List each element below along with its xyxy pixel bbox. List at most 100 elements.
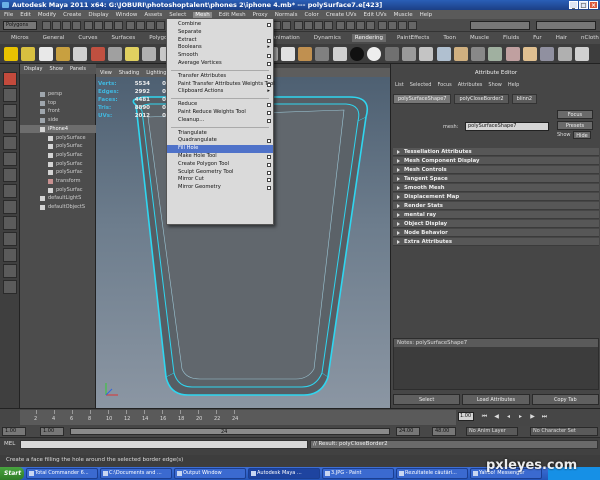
ae-section[interactable]: mental ray [393,211,599,219]
ae-select-button[interactable]: Select [393,394,461,405]
status-tool-icon[interactable] [104,21,113,30]
toolbox-tool-icon[interactable] [3,88,17,102]
expand-arrow-icon[interactable] [397,240,400,244]
playback-control-icon[interactable]: ◂ [504,412,513,421]
ae-tab[interactable]: polySurfaceShape7 [393,94,452,104]
ae-load-attributes-button[interactable]: Load Attributes [462,394,530,405]
menu-item-make-hole-tool[interactable]: Make Hole Tool [167,153,273,161]
option-box-icon[interactable] [267,170,271,175]
taskbar-item[interactable]: Rezultatele căutări... [396,468,468,479]
status-tool-icon[interactable] [388,21,397,30]
mel-label[interactable]: MEL [4,441,15,447]
option-box-icon[interactable] [267,111,271,115]
outliner-item[interactable]: persp [20,90,96,99]
menu-proxy[interactable]: Proxy [253,12,268,18]
status-tool-icon[interactable] [336,21,345,30]
status-tool-icon[interactable] [84,21,93,30]
ae-section[interactable]: Node Behavior [393,229,599,237]
ae-section[interactable]: Smooth Mesh [393,184,599,192]
shelf-tool-icon[interactable] [471,47,486,61]
status-tool-icon[interactable] [366,21,375,30]
shelf-tool-icon[interactable] [367,47,382,61]
menu-item-mirror-cut[interactable]: Mirror Cut [167,176,273,184]
outliner-item[interactable]: polySurfac [20,142,96,151]
shelf-tool-icon[interactable] [419,47,434,61]
shelf-tool-icon[interactable] [107,47,122,61]
menu-edit-uvs[interactable]: Edit UVs [364,12,387,18]
outliner-item[interactable]: polySurfac [20,160,96,169]
current-frame-field[interactable]: 1.00 [458,412,474,421]
shelf-tool-icon[interactable] [453,47,468,61]
status-tool-icon[interactable] [324,21,333,30]
ae-section[interactable]: Extra Attributes [393,238,599,246]
option-box-icon[interactable] [267,186,271,191]
menu-item-mirror-geometry[interactable]: Mirror Geometry [167,184,273,192]
toolbox-tool-icon[interactable] [3,200,17,214]
option-box-icon[interactable] [267,118,271,123]
toolbox-tool-icon[interactable] [3,264,17,278]
ae-section[interactable]: Tessellation Attributes [393,148,599,156]
menu-window[interactable]: Window [116,12,138,18]
status-tool-icon[interactable] [346,21,355,30]
outliner-item[interactable]: polySurface [20,134,96,143]
start-button[interactable]: Start [0,467,24,480]
status-tool-icon[interactable] [62,21,71,30]
ae-section[interactable]: Object Display [393,220,599,228]
shelf-tool-icon[interactable] [125,47,140,61]
status-tool-icon[interactable] [126,21,135,30]
hide-button[interactable]: Hide [573,131,591,139]
shelf-tool-icon[interactable] [384,47,399,61]
expand-arrow-icon[interactable] [397,186,400,190]
outliner-item[interactable]: side [20,116,96,125]
status-tool-icon[interactable] [282,21,291,30]
menu-create[interactable]: Create [63,12,81,18]
toolbox-tool-icon[interactable] [3,232,17,246]
presets-button[interactable]: Presets [557,121,593,130]
menu-mesh[interactable]: Mesh [193,11,212,18]
option-box-icon[interactable] [267,178,271,183]
menu-item-paint-reduce-weights-tool[interactable]: Paint Reduce Weights Tool [167,109,273,117]
shelf-tool-icon[interactable] [73,47,88,61]
option-box-icon[interactable] [267,54,271,59]
shelf-tool-icon[interactable] [332,47,347,61]
playback-control-icon[interactable]: ▶ [528,412,537,421]
menu-item-clipboard-actions[interactable]: Clipboard Actions ▸ [167,88,273,96]
option-box-icon[interactable] [267,162,271,167]
menu-normals[interactable]: Normals [275,12,298,18]
ae-section[interactable]: Render Stats [393,202,599,210]
outliner-item[interactable]: front [20,107,96,116]
option-box-icon[interactable] [267,155,271,159]
toolbox-tool-icon[interactable] [3,248,17,262]
status-field[interactable] [470,21,530,30]
menu-assets[interactable]: Assets [144,12,162,18]
taskbar-item[interactable]: 3.JPG - Paint [322,468,394,479]
status-field[interactable] [536,21,596,30]
ae-menu-list[interactable]: List [395,82,404,88]
shelf-tab-fur[interactable]: Fur [530,34,545,42]
expand-arrow-icon[interactable] [397,177,400,181]
expand-arrow-icon[interactable] [397,150,400,154]
menu-color[interactable]: Color [304,12,318,18]
menu-edit-mesh[interactable]: Edit Mesh [219,12,246,18]
menu-help[interactable]: Help [420,12,433,18]
outliner-item[interactable]: defaultLightS [20,194,96,203]
ae-menu-show[interactable]: Show [488,82,502,88]
shelf-tab-painteffects[interactable]: PaintEffects [394,34,432,42]
menu-item-average-vertices[interactable]: Average Vertices [167,60,273,68]
shelf-tool-icon[interactable] [505,47,520,61]
shelf-tab-micros[interactable]: Micros [8,34,32,42]
outliner-menu-panels[interactable]: Panels [70,66,86,72]
shelf-tab-muscle[interactable]: Muscle [467,34,492,42]
toolbox-tool-icon[interactable] [3,184,17,198]
option-box-icon[interactable] [267,139,271,144]
shelf-tool-icon[interactable] [298,47,313,61]
option-box-icon[interactable] [267,62,271,66]
ae-section[interactable]: Displacement Map [393,193,599,201]
anim-layer-dropdown[interactable]: No Anim Layer [466,427,518,436]
status-tool-icon[interactable] [408,21,417,30]
shelf-tool-icon[interactable] [401,47,416,61]
shelf-tool-icon[interactable] [488,47,503,61]
ae-copy-tab-button[interactable]: Copy Tab [531,394,599,405]
option-box-icon[interactable] [267,82,271,87]
menu-item-smooth[interactable]: Smooth [167,52,273,60]
